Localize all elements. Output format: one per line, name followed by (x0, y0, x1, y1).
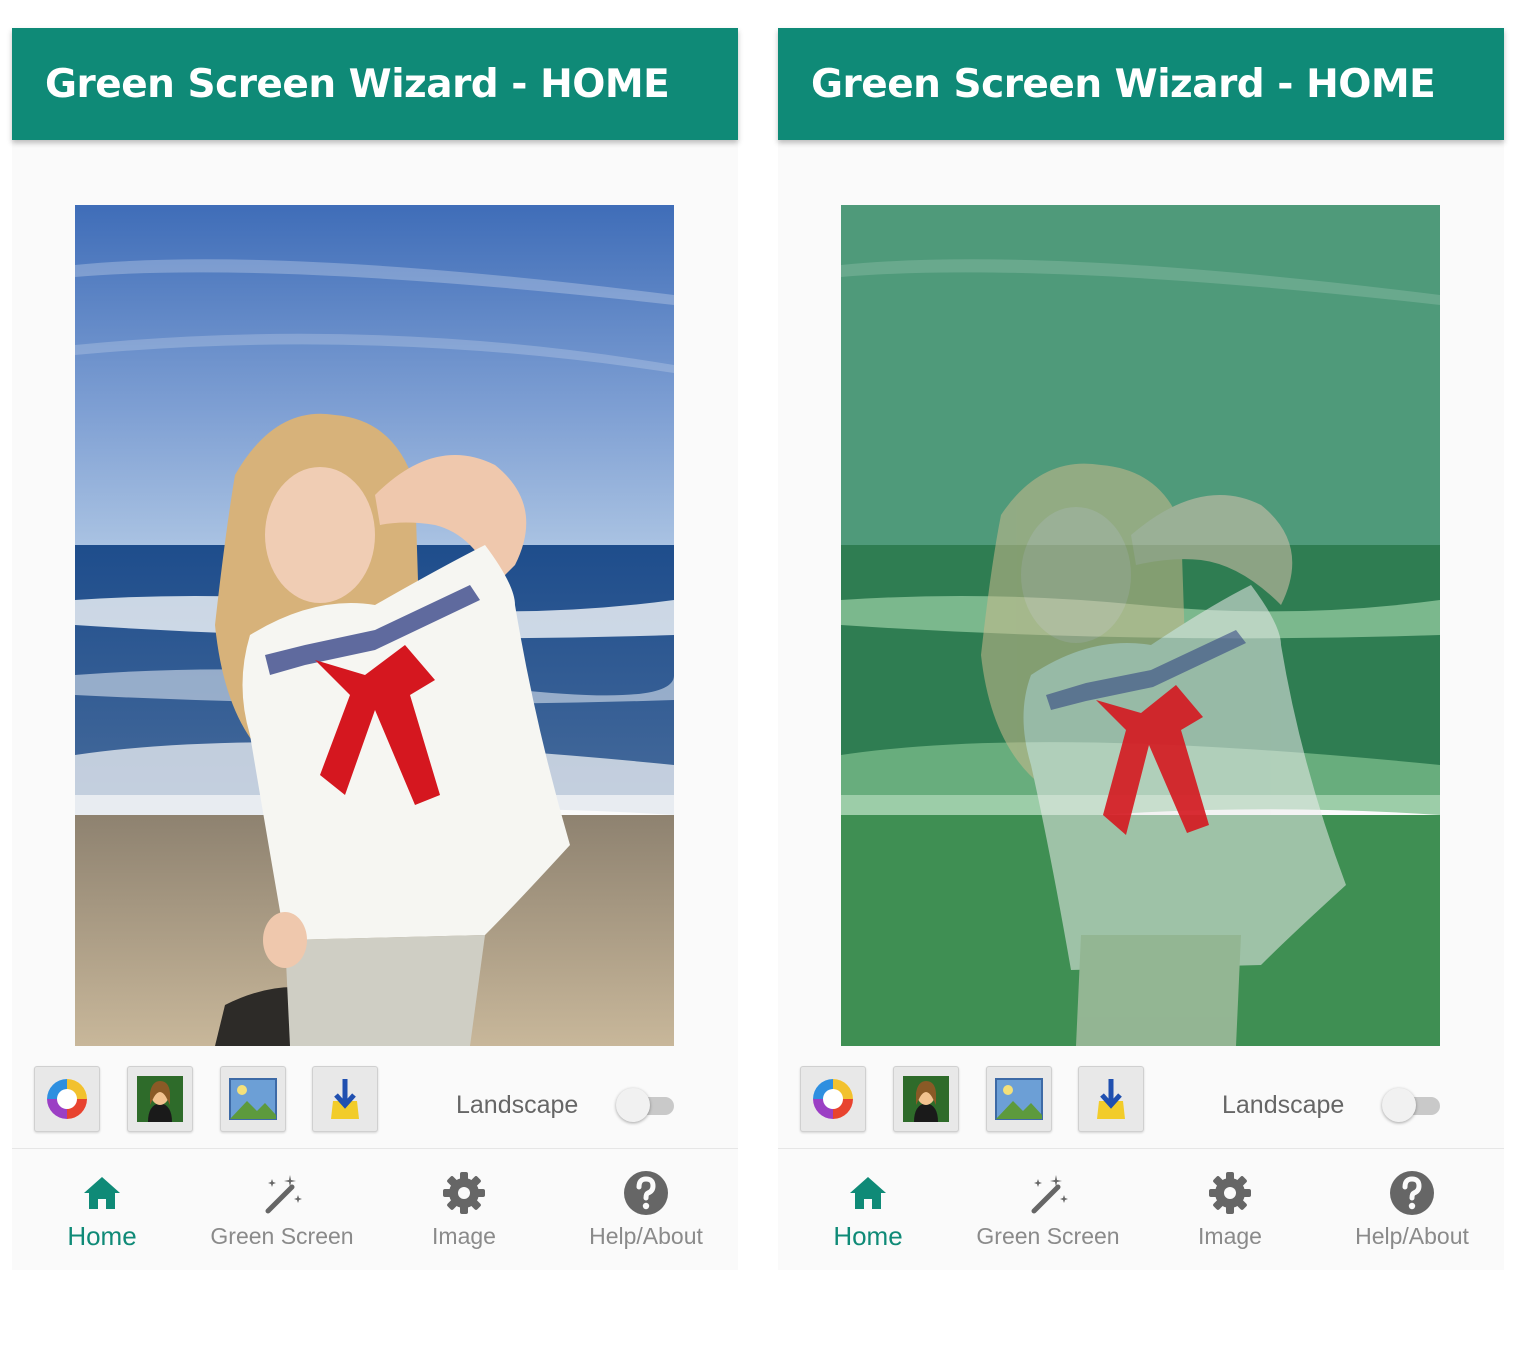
nav-help-about-label: Help/About (1355, 1223, 1469, 1249)
magic-wand-icon (1031, 1175, 1068, 1214)
phone-screen-composite: Green Screen Wizard - HOME Landscape Hom… (12, 28, 738, 1270)
save-button[interactable] (312, 1066, 378, 1132)
bottom-navigation: Home Green Screen Image Help/About (12, 1149, 738, 1270)
nav-image-label: Image (1198, 1223, 1262, 1249)
tool-row: Landscape (778, 1064, 1504, 1136)
landscape-picture-icon (995, 1078, 1043, 1120)
home-icon (84, 1177, 120, 1209)
color-wheel-button[interactable] (800, 1066, 866, 1132)
toggle-knob (1382, 1088, 1416, 1122)
landscape-picture-icon (229, 1078, 277, 1120)
app-title: Green Screen Wizard - HOME (45, 62, 670, 107)
app-bar: Green Screen Wizard - HOME (12, 28, 738, 140)
save-download-icon (1097, 1079, 1125, 1119)
nav-help-about[interactable]: Help/About (1322, 1169, 1502, 1259)
portrait-icon (137, 1076, 183, 1122)
nav-green-screen-label: Green Screen (210, 1223, 354, 1249)
foreground-photo-button[interactable] (893, 1066, 959, 1132)
tool-row: Landscape (12, 1064, 738, 1136)
app-bar: Green Screen Wizard - HOME (778, 28, 1504, 140)
save-button[interactable] (1078, 1066, 1144, 1132)
nav-help-about-label: Help/About (589, 1223, 703, 1249)
background-photo-button[interactable] (220, 1066, 286, 1132)
nav-home-label: Home (67, 1221, 137, 1251)
home-icon (850, 1177, 886, 1209)
landscape-toggle[interactable] (616, 1088, 680, 1122)
nav-image[interactable]: Image (1140, 1169, 1320, 1259)
color-wheel-icon (813, 1079, 853, 1119)
beach-girl-photo-green (841, 205, 1440, 1046)
nav-home-label: Home (833, 1221, 903, 1251)
photo-preview[interactable] (841, 205, 1440, 1046)
landscape-label: Landscape (456, 1091, 579, 1119)
beach-girl-photo (75, 205, 674, 1046)
nav-green-screen[interactable]: Green Screen (958, 1169, 1138, 1259)
help-icon (1390, 1171, 1434, 1215)
color-wheel-button[interactable] (34, 1066, 100, 1132)
nav-image[interactable]: Image (374, 1169, 554, 1259)
app-title: Green Screen Wizard - HOME (811, 62, 1436, 107)
nav-green-screen-label: Green Screen (976, 1223, 1120, 1249)
background-photo-button[interactable] (986, 1066, 1052, 1132)
toggle-knob (616, 1088, 650, 1122)
color-wheel-icon (47, 1079, 87, 1119)
gear-icon (443, 1172, 485, 1214)
help-icon (624, 1171, 668, 1215)
nav-green-screen[interactable]: Green Screen (192, 1169, 372, 1259)
bottom-navigation: Home Green Screen Image Help/About (778, 1149, 1504, 1270)
nav-image-label: Image (432, 1223, 496, 1249)
phone-screen-green-overlay: Green Screen Wizard - HOME Landscape Hom… (778, 28, 1504, 1270)
nav-help-about[interactable]: Help/About (556, 1169, 736, 1259)
gear-icon (1209, 1172, 1251, 1214)
magic-wand-icon (265, 1175, 302, 1214)
nav-home[interactable]: Home (778, 1169, 958, 1259)
nav-home[interactable]: Home (12, 1169, 192, 1259)
landscape-toggle[interactable] (1382, 1088, 1446, 1122)
portrait-icon (903, 1076, 949, 1122)
landscape-label: Landscape (1222, 1091, 1345, 1119)
foreground-photo-button[interactable] (127, 1066, 193, 1132)
save-download-icon (331, 1079, 359, 1119)
photo-preview[interactable] (75, 205, 674, 1046)
